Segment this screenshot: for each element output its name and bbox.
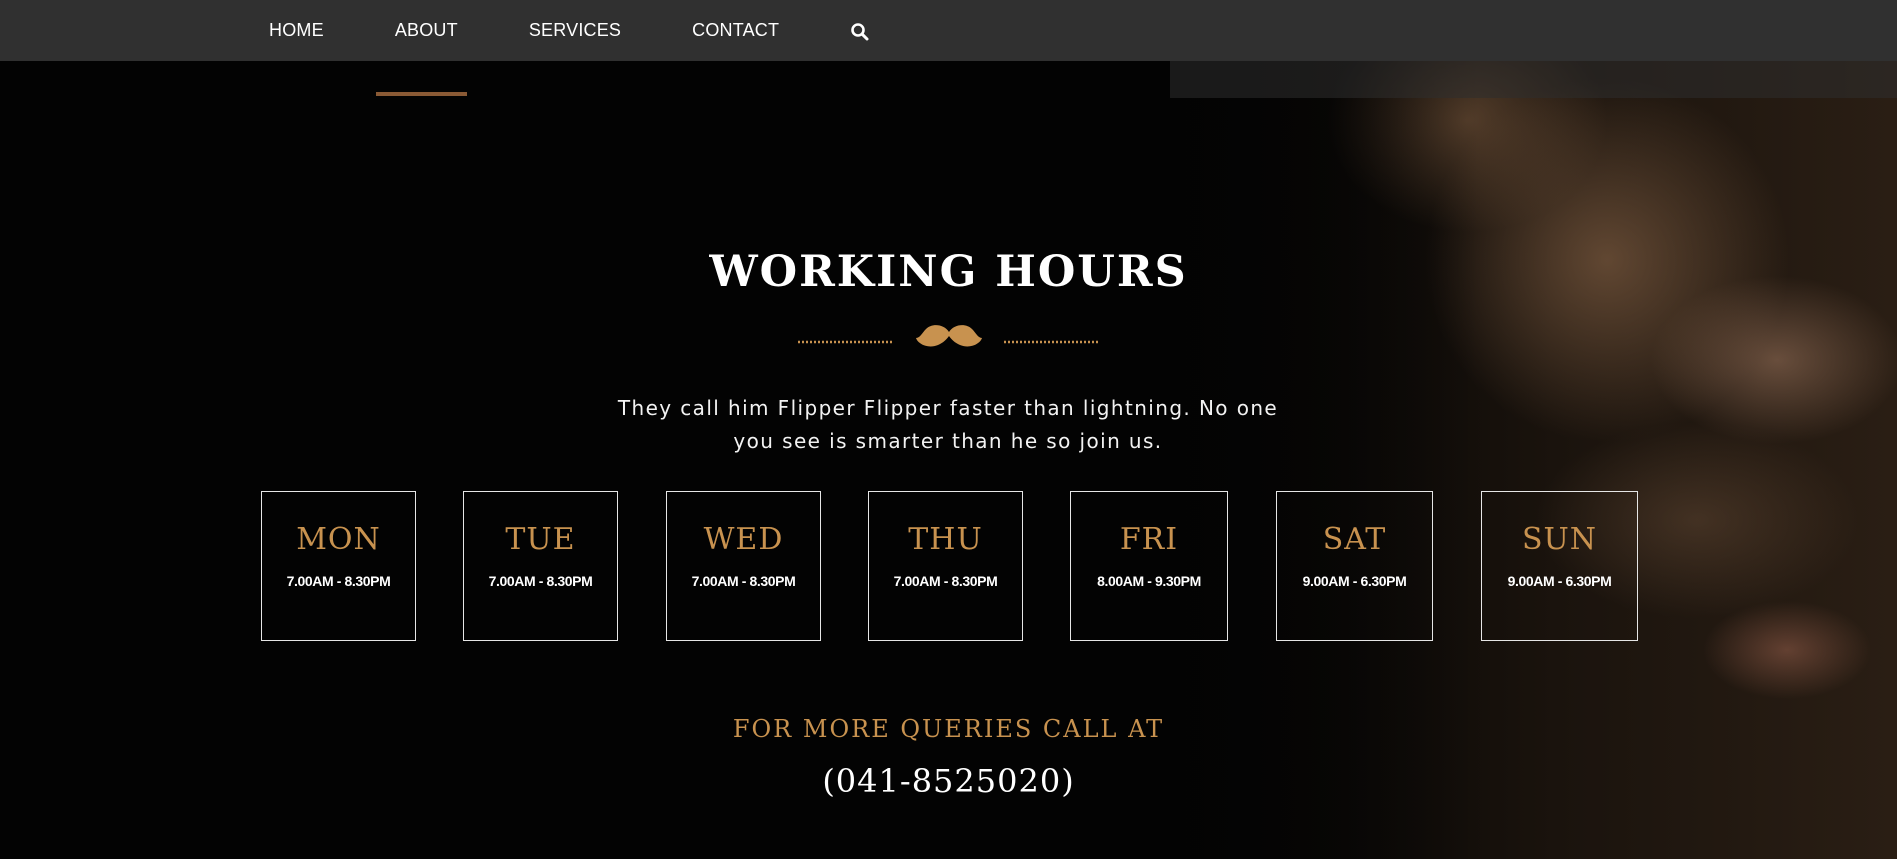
top-navigation-bar-extension: [1170, 61, 1897, 98]
subtitle-line-2: you see is smarter than he so join us.: [733, 429, 1163, 453]
day-card-fri: FRI 8.00AM - 9.30PM: [1070, 491, 1228, 641]
main-nav: HOME ABOUT SERVICES CONTACT: [269, 0, 870, 61]
nav-item-home[interactable]: HOME: [269, 20, 324, 41]
section-title: WORKING HOURS: [709, 247, 1188, 297]
day-hours: 7.00AM - 8.30PM: [691, 573, 796, 589]
day-name: FRI: [1119, 522, 1179, 557]
day-hours: 7.00AM - 8.30PM: [286, 573, 391, 589]
search-icon[interactable]: [850, 22, 870, 42]
day-hours: 9.00AM - 6.30PM: [1507, 573, 1612, 589]
day-hours: 8.00AM - 9.30PM: [1097, 573, 1201, 589]
day-name: SAT: [1322, 522, 1387, 557]
day-card-mon: MON 7.00AM - 8.30PM: [261, 491, 416, 641]
day-name: MON: [296, 522, 381, 557]
nav-item-services[interactable]: SERVICES: [529, 20, 621, 41]
phone-number[interactable]: (041-8525020): [0, 762, 1897, 800]
day-hours: 7.00AM - 8.30PM: [893, 573, 998, 589]
title-divider: [798, 325, 1100, 347]
active-nav-underline: [376, 92, 467, 96]
day-name: TUE: [505, 522, 576, 557]
section-subtitle: They call him Flipper Flipper faster tha…: [598, 392, 1298, 458]
day-card-wed: WED 7.00AM - 8.30PM: [666, 491, 821, 641]
queries-label: FOR MORE QUERIES CALL AT: [732, 715, 1165, 743]
nav-item-contact[interactable]: CONTACT: [692, 20, 779, 41]
day-card-thu: THU 7.00AM - 8.30PM: [868, 491, 1023, 641]
day-hours: 9.00AM - 6.30PM: [1302, 573, 1407, 589]
day-name: WED: [703, 522, 784, 557]
subtitle-line-1: They call him Flipper Flipper faster tha…: [617, 396, 1279, 420]
day-card-sun: SUN 9.00AM - 6.30PM: [1481, 491, 1638, 641]
day-name: SUN: [1521, 522, 1598, 557]
mustache-icon: [916, 325, 982, 347]
day-hours: 7.00AM - 8.30PM: [488, 573, 593, 589]
nav-item-about[interactable]: ABOUT: [395, 20, 458, 41]
day-card-tue: TUE 7.00AM - 8.30PM: [463, 491, 618, 641]
day-name: THU: [908, 522, 983, 557]
day-card-sat: SAT 9.00AM - 6.30PM: [1276, 491, 1433, 641]
